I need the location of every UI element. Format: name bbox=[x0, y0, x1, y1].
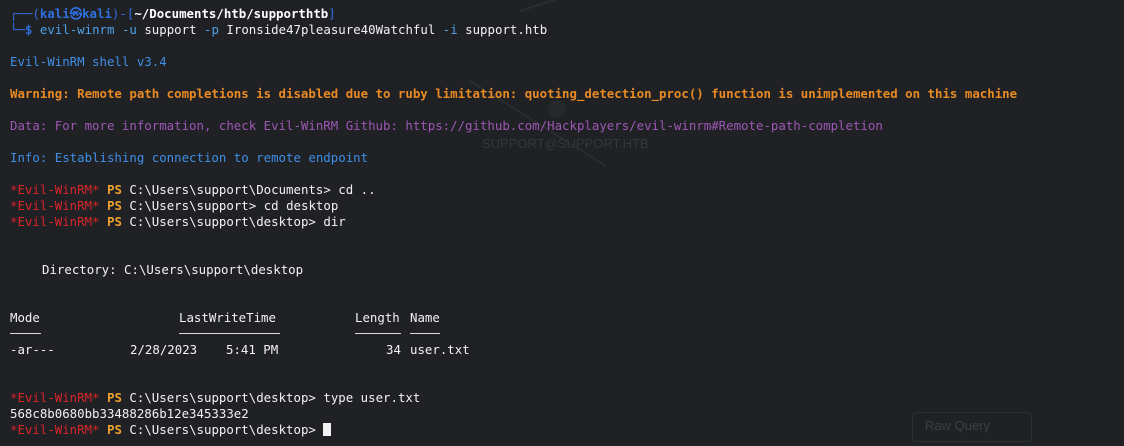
prompt-dollar: $ bbox=[24, 22, 33, 37]
table-cell-mode: -ar--- bbox=[10, 342, 55, 357]
session-command: type user.txt bbox=[323, 390, 421, 405]
prompt-user: kali bbox=[39, 6, 70, 21]
column-rule bbox=[179, 326, 280, 341]
session-tag: *Evil-WinRM* bbox=[10, 390, 100, 405]
session-path: C:\Users\support\desktop> bbox=[129, 422, 316, 437]
ps-label: PS bbox=[107, 214, 122, 229]
background-node-label: SUPPORT@SUPPORT.HTB bbox=[482, 136, 649, 151]
prompt-at-symbol: ㉿ bbox=[69, 6, 83, 21]
column-header-length: Length bbox=[355, 310, 400, 325]
session-command: dir bbox=[323, 214, 346, 229]
command-name: evil-winrm bbox=[39, 22, 115, 37]
terminal-window[interactable]: SUPPORT@SUPPORT.HTB Raw Query ┌──(kali㉿k… bbox=[0, 0, 1124, 446]
session-tag: *Evil-WinRM* bbox=[10, 198, 100, 213]
session-line: *Evil-WinRM* PS C:\Users\support> cd des… bbox=[10, 198, 338, 213]
background-raw-query-button: Raw Query bbox=[925, 418, 991, 433]
text-cursor bbox=[323, 423, 332, 436]
command-value: Ironside47pleasure40Watchful bbox=[226, 22, 436, 37]
info-line: Info: Establishing connection to remote … bbox=[10, 150, 369, 165]
table-cell-name: user.txt bbox=[410, 342, 470, 357]
session-tag: *Evil-WinRM* bbox=[10, 182, 100, 197]
command-flag: -p bbox=[204, 22, 219, 37]
session-tag: *Evil-WinRM* bbox=[10, 214, 100, 229]
session-line: *Evil-WinRM* PS C:\Users\support\Documen… bbox=[10, 182, 376, 197]
active-prompt-line[interactable]: *Evil-WinRM* PS C:\Users\support\desktop… bbox=[10, 422, 332, 437]
table-cell-length: 34 bbox=[386, 342, 401, 357]
prompt-path: ~/Documents/htb/supporthtb bbox=[134, 6, 329, 21]
table-cell-time: 5:41 PM bbox=[226, 342, 279, 357]
session-command: cd .. bbox=[338, 182, 376, 197]
column-rule bbox=[410, 326, 440, 341]
command-value: support bbox=[144, 22, 197, 37]
ps-label: PS bbox=[107, 422, 122, 437]
shell-prompt-header: ┌──(kali㉿kali)-[~/Documents/htb/supporth… bbox=[10, 6, 336, 21]
column-header-lastwritetime: LastWriteTime bbox=[179, 310, 276, 325]
session-path: C:\Users\support\Documents> bbox=[129, 182, 331, 197]
flag-output: 568c8b0680bb33488286b12e345333e2 bbox=[10, 406, 249, 421]
prompt-host: kali bbox=[82, 6, 112, 21]
command-flag: -i bbox=[442, 22, 458, 37]
data-line: Data: For more information, check Evil-W… bbox=[10, 118, 883, 133]
session-path: C:\Users\support\desktop> bbox=[129, 390, 316, 405]
version-line: Evil-WinRM shell v3.4 bbox=[10, 54, 167, 69]
session-path: C:\Users\support> bbox=[129, 198, 257, 213]
warning-line: Warning: Remote path completions is disa… bbox=[10, 86, 1018, 101]
ps-label: PS bbox=[107, 198, 122, 213]
directory-label: Directory: C:\Users\support\desktop bbox=[42, 262, 304, 277]
column-rule bbox=[10, 326, 41, 341]
prompt-corner: ┌──( bbox=[10, 6, 40, 21]
session-command: cd desktop bbox=[263, 198, 339, 213]
ps-label: PS bbox=[107, 390, 122, 405]
prompt-bracket-mid: )-[ bbox=[111, 6, 135, 21]
column-rule bbox=[355, 326, 401, 341]
command-flag: -u bbox=[121, 22, 137, 37]
background-graph-edge bbox=[519, 0, 768, 12]
session-tag: *Evil-WinRM* bbox=[10, 422, 100, 437]
column-header-mode: Mode bbox=[10, 310, 40, 325]
session-line: *Evil-WinRM* PS C:\Users\support\desktop… bbox=[10, 390, 420, 405]
prompt-bracket-close: ] bbox=[328, 6, 336, 21]
command-value: support.htb bbox=[465, 22, 548, 37]
background-raw-query-box bbox=[912, 412, 1032, 442]
session-path: C:\Users\support\desktop> bbox=[129, 214, 316, 229]
background-graph-node bbox=[548, 100, 566, 118]
column-header-name: Name bbox=[410, 310, 440, 325]
table-cell-date: 2/28/2023 bbox=[130, 342, 198, 357]
session-line: *Evil-WinRM* PS C:\Users\support\desktop… bbox=[10, 214, 346, 229]
prompt-second-corner: └─ bbox=[10, 22, 25, 37]
ps-label: PS bbox=[107, 182, 122, 197]
shell-command-line: └─$ evil-winrm -u support -p Ironside47p… bbox=[10, 22, 547, 37]
